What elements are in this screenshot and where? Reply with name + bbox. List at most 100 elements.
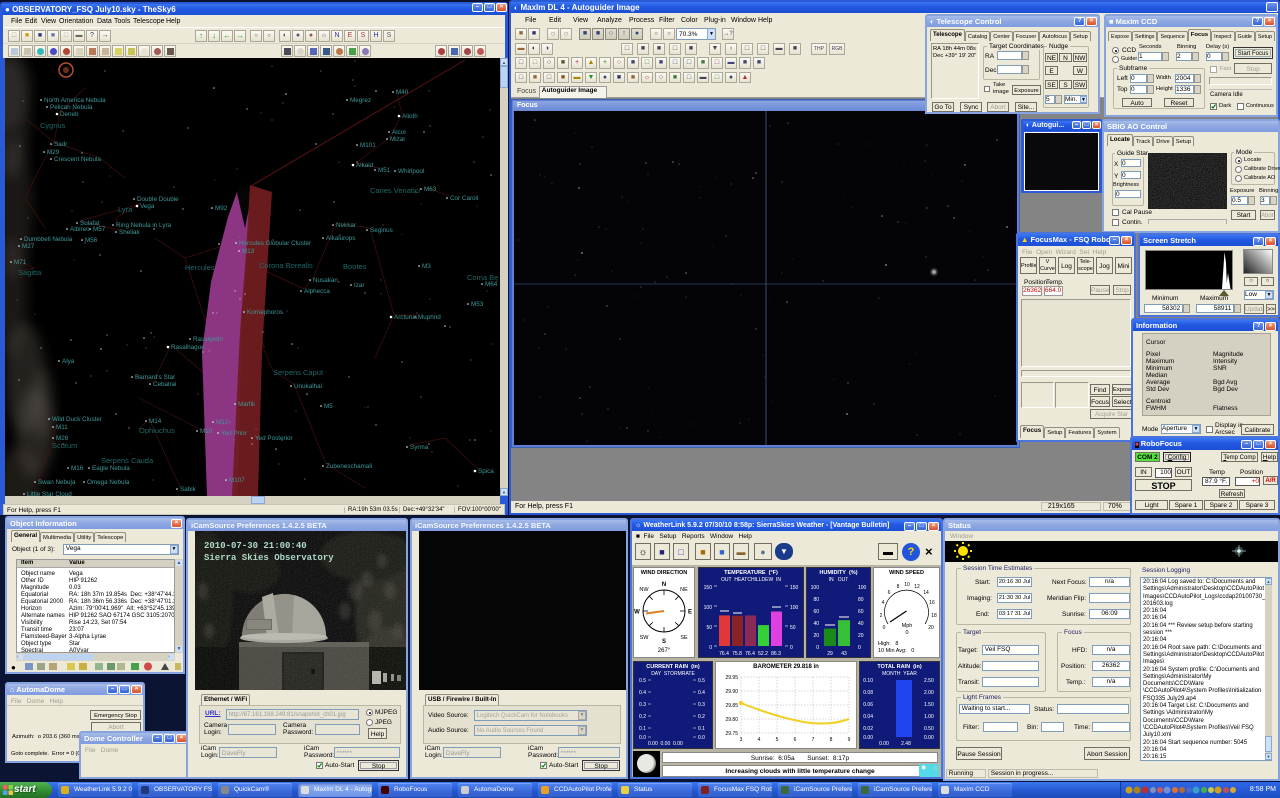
svg-text:20: 20	[813, 633, 819, 639]
svg-text:29.95: 29.95	[725, 675, 738, 681]
svg-text:0: 0	[883, 625, 886, 631]
svg-text:29: 29	[827, 651, 833, 657]
svg-text:52.2: 52.2	[758, 651, 768, 657]
svg-text:10: 10	[904, 582, 910, 588]
svg-text:0.3: 0.3	[639, 702, 646, 708]
svg-text:Ophiuchus: Ophiuchus	[139, 426, 175, 435]
svg-text:0.5: 0.5	[698, 678, 705, 684]
svg-text:9: 9	[848, 737, 851, 743]
svg-text:Sierra Skies Observatory: Sierra Skies Observatory	[204, 553, 334, 563]
svg-text:Megrez: Megrez	[350, 97, 371, 104]
svg-text:M3: M3	[422, 263, 431, 270]
svg-text:18: 18	[931, 613, 937, 619]
svg-text:Sheliak: Sheliak	[119, 229, 141, 236]
svg-text:Serpens Cauda: Serpens Cauda	[101, 456, 154, 465]
svg-text:3: 3	[740, 737, 743, 743]
svg-text:Alcor: Alcor	[392, 129, 406, 136]
svg-text:1.50: 1.50	[924, 702, 934, 708]
svg-text:Omega Nebula: Omega Nebula	[87, 479, 130, 486]
svg-text:Coma Be: Coma Be	[467, 273, 498, 282]
svg-text:M101: M101	[360, 142, 376, 149]
svg-text:4: 4	[882, 600, 885, 606]
svg-text:2.48: 2.48	[901, 741, 911, 745]
svg-text:Serpens Caput: Serpens Caput	[273, 368, 324, 377]
svg-text:Bootes: Bootes	[343, 262, 367, 271]
svg-text:Alioth: Alioth	[402, 113, 418, 120]
svg-text:29.75: 29.75	[725, 731, 738, 737]
svg-text:Lyra: Lyra	[118, 205, 133, 214]
svg-text:20: 20	[928, 625, 934, 631]
svg-text:Syrma: Syrma	[410, 444, 429, 451]
svg-text:M63: M63	[424, 186, 437, 193]
svg-text:75.8: 75.8	[732, 651, 742, 657]
svg-text:Zubeneschamali: Zubeneschamali	[326, 463, 372, 470]
svg-text:80: 80	[813, 597, 819, 603]
svg-text:0.00: 0.00	[924, 735, 934, 741]
svg-text:Albireo: Albireo	[70, 226, 90, 233]
svg-text:Rasalgethi: Rasalgethi	[193, 336, 223, 343]
svg-text:W: W	[634, 610, 640, 616]
svg-text:Rasalhague: Rasalhague	[171, 344, 205, 351]
svg-text:43: 43	[841, 651, 847, 657]
svg-text:Muphrid: Muphrid	[418, 314, 441, 321]
svg-text:0.0: 0.0	[639, 735, 646, 741]
svg-text:Deneb: Deneb	[60, 111, 79, 118]
svg-text:20: 20	[858, 633, 864, 639]
svg-text:E: E	[688, 610, 692, 616]
svg-text:Mizar: Mizar	[390, 136, 405, 143]
svg-text:40: 40	[813, 621, 819, 627]
svg-text:M13: M13	[242, 248, 255, 255]
svg-text:5: 5	[776, 737, 779, 743]
svg-text:1.00: 1.00	[924, 714, 934, 720]
svg-text:14: 14	[923, 590, 929, 596]
svg-text:M92: M92	[215, 205, 228, 212]
svg-text:50: 50	[790, 625, 796, 631]
svg-text:Yed Posterior: Yed Posterior	[255, 435, 293, 442]
svg-text:Alkalurops: Alkalurops	[326, 235, 355, 242]
svg-text:12: 12	[914, 584, 920, 590]
svg-text:Arcturus: Arcturus	[394, 314, 417, 321]
svg-text:Nusakan: Nusakan	[313, 277, 338, 284]
svg-text:Crescent Nebula: Crescent Nebula	[54, 156, 101, 163]
svg-text:M64: M64	[485, 281, 498, 288]
svg-text:M5: M5	[324, 403, 333, 410]
svg-text:Kornephoros: Kornephoros	[247, 309, 283, 316]
svg-text:Cor Caroli: Cor Caroli	[450, 195, 478, 202]
svg-text:Barnard's Star: Barnard's Star	[135, 374, 175, 381]
svg-text:M71: M71	[14, 259, 27, 266]
svg-text:Yed Prior: Yed Prior	[221, 430, 247, 437]
svg-text:M10: M10	[200, 428, 213, 435]
svg-text:Nekkar: Nekkar	[336, 222, 356, 229]
svg-text:Izar: Izar	[354, 282, 365, 289]
svg-text:Whirlpool: Whirlpool	[398, 168, 424, 175]
svg-text:Wild Duck Cluster: Wild Duck Cluster	[52, 416, 102, 423]
svg-text:Ring Nebula in Lyra: Ring Nebula in Lyra	[116, 222, 172, 229]
svg-text:0.50: 0.50	[924, 726, 934, 732]
svg-text:0: 0	[816, 645, 819, 651]
svg-text:Cebalrai: Cebalrai	[153, 381, 176, 388]
svg-text:Swan Nebula: Swan Nebula	[38, 479, 76, 486]
svg-text:Dumbbell Nebula: Dumbbell Nebula	[24, 236, 73, 243]
svg-text:Sagitta: Sagitta	[18, 268, 42, 277]
svg-text:0: 0	[790, 645, 793, 651]
svg-text:M29: M29	[47, 149, 60, 156]
svg-text:0.5: 0.5	[639, 678, 646, 684]
svg-text:0.4: 0.4	[639, 690, 646, 696]
svg-text:2: 2	[880, 613, 883, 619]
svg-text:S: S	[662, 639, 666, 645]
svg-text:Hercules Globular Cluster: Hercules Globular Cluster	[239, 240, 311, 247]
svg-text:100: 100	[704, 605, 713, 611]
svg-text:M14: M14	[149, 418, 162, 425]
svg-text:Eagle Nebula: Eagle Nebula	[92, 465, 130, 472]
svg-text:SE: SE	[680, 635, 688, 641]
svg-text:0: 0	[905, 630, 908, 636]
svg-text:150: 150	[704, 585, 713, 591]
svg-text:Alkaid: Alkaid	[356, 162, 374, 169]
svg-text:29.90: 29.90	[725, 689, 738, 695]
svg-text:NE: NE	[680, 587, 688, 593]
svg-text:NW: NW	[639, 587, 649, 593]
svg-text:0.3: 0.3	[698, 702, 705, 708]
svg-text:0.4: 0.4	[698, 690, 705, 696]
svg-text:M40: M40	[396, 89, 409, 96]
svg-text:Marfik: Marfik	[238, 401, 256, 408]
